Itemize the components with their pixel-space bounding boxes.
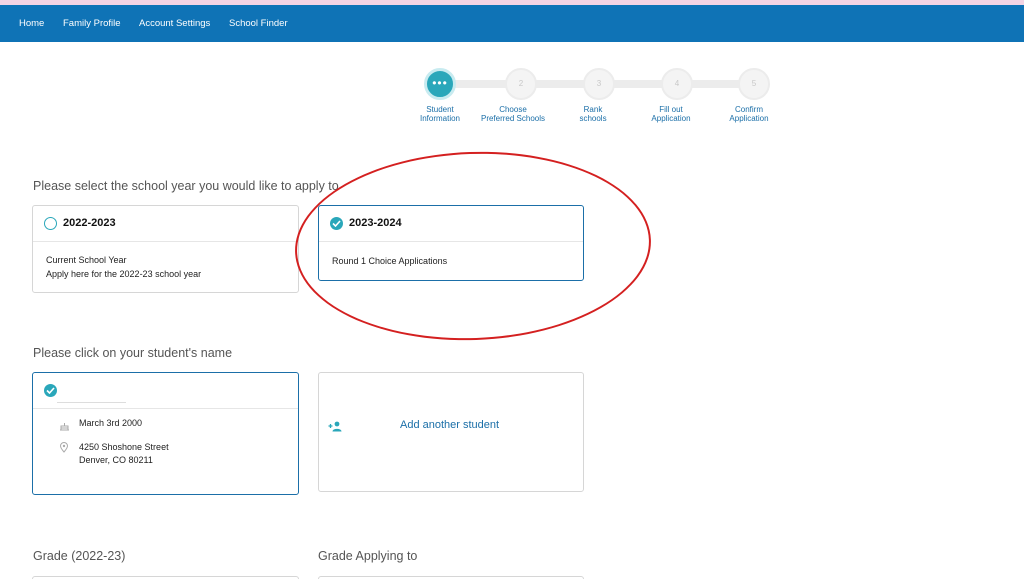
- school-year-description-line1: Round 1 Choice Applications: [332, 256, 448, 266]
- step-4-label-line2: Application: [651, 114, 691, 123]
- school-year-label: 2023-2024: [349, 217, 402, 229]
- school-year-option-header: 2023-2024: [319, 206, 583, 242]
- school-year-description-line1: Current School Year: [46, 255, 127, 265]
- step-3-label-line2: schools: [579, 114, 607, 123]
- step-5-label-line1: Confirm: [734, 105, 763, 114]
- step-5-label-line2: Application: [729, 114, 769, 123]
- step-2-circle: 2: [505, 68, 537, 100]
- step-1-circle: •••: [424, 68, 456, 100]
- step-4-label-line1: Fill out: [659, 105, 683, 114]
- step-3-label-line1: Rank: [583, 105, 603, 114]
- step-2-label-line2: Preferred Schools: [480, 114, 546, 123]
- student-card[interactable]: March 3rd 2000 4250 Shoshone Street Denv…: [32, 372, 299, 495]
- student-card-header: [33, 373, 298, 409]
- add-person-icon: [328, 419, 343, 437]
- step-3-circle: 3: [583, 68, 615, 100]
- school-year-option-2022-2023[interactable]: 2022-2023 Current School Year Apply here…: [32, 205, 299, 293]
- step-5-label: Confirm Application: [704, 105, 794, 123]
- current-grade-label: Grade (2022-23): [33, 549, 126, 563]
- step-2-label-line1: Choose: [499, 105, 527, 114]
- location-pin-icon: [59, 440, 69, 458]
- step-connector: [455, 80, 507, 88]
- school-year-label: 2022-2023: [63, 217, 116, 229]
- grade-applying-label: Grade Applying to: [318, 549, 418, 563]
- step-2-label: Choose Preferred Schools: [468, 105, 558, 123]
- student-name[interactable]: [57, 378, 126, 403]
- application-progress-stepper: ••• 2 3 4 5 Student Information Choose P…: [0, 0, 1024, 140]
- check-circle-icon[interactable]: [44, 384, 57, 397]
- school-year-prompt: Please select the school year you would …: [33, 179, 339, 193]
- student-address-line1: 4250 Shoshone Street: [79, 442, 169, 452]
- step-4-circle: 4: [661, 68, 693, 100]
- step-5-circle: 5: [738, 68, 770, 100]
- step-connector: [534, 80, 586, 88]
- school-year-description-line2: Apply here for the 2022-23 school year: [46, 269, 202, 279]
- check-circle-icon[interactable]: [330, 217, 343, 230]
- step-connector: [690, 80, 742, 88]
- birthday-cake-icon: [59, 418, 70, 436]
- student-address-line2: Denver, CO 80211: [79, 455, 153, 465]
- add-another-student-link[interactable]: Add another student: [400, 419, 499, 431]
- step-3-label: Rank schools: [548, 105, 638, 123]
- radio-unchecked-icon[interactable]: [44, 217, 57, 230]
- school-year-option-2023-2024[interactable]: 2023-2024 Round 1 Choice Applications: [318, 205, 584, 281]
- school-year-option-header: 2022-2023: [33, 206, 298, 242]
- step-connector: [612, 80, 664, 88]
- student-prompt: Please click on your student's name: [33, 346, 233, 360]
- add-another-student-card[interactable]: Add another student: [318, 372, 584, 492]
- step-4-label: Fill out Application: [626, 105, 716, 123]
- student-birthdate: March 3rd 2000: [79, 418, 143, 428]
